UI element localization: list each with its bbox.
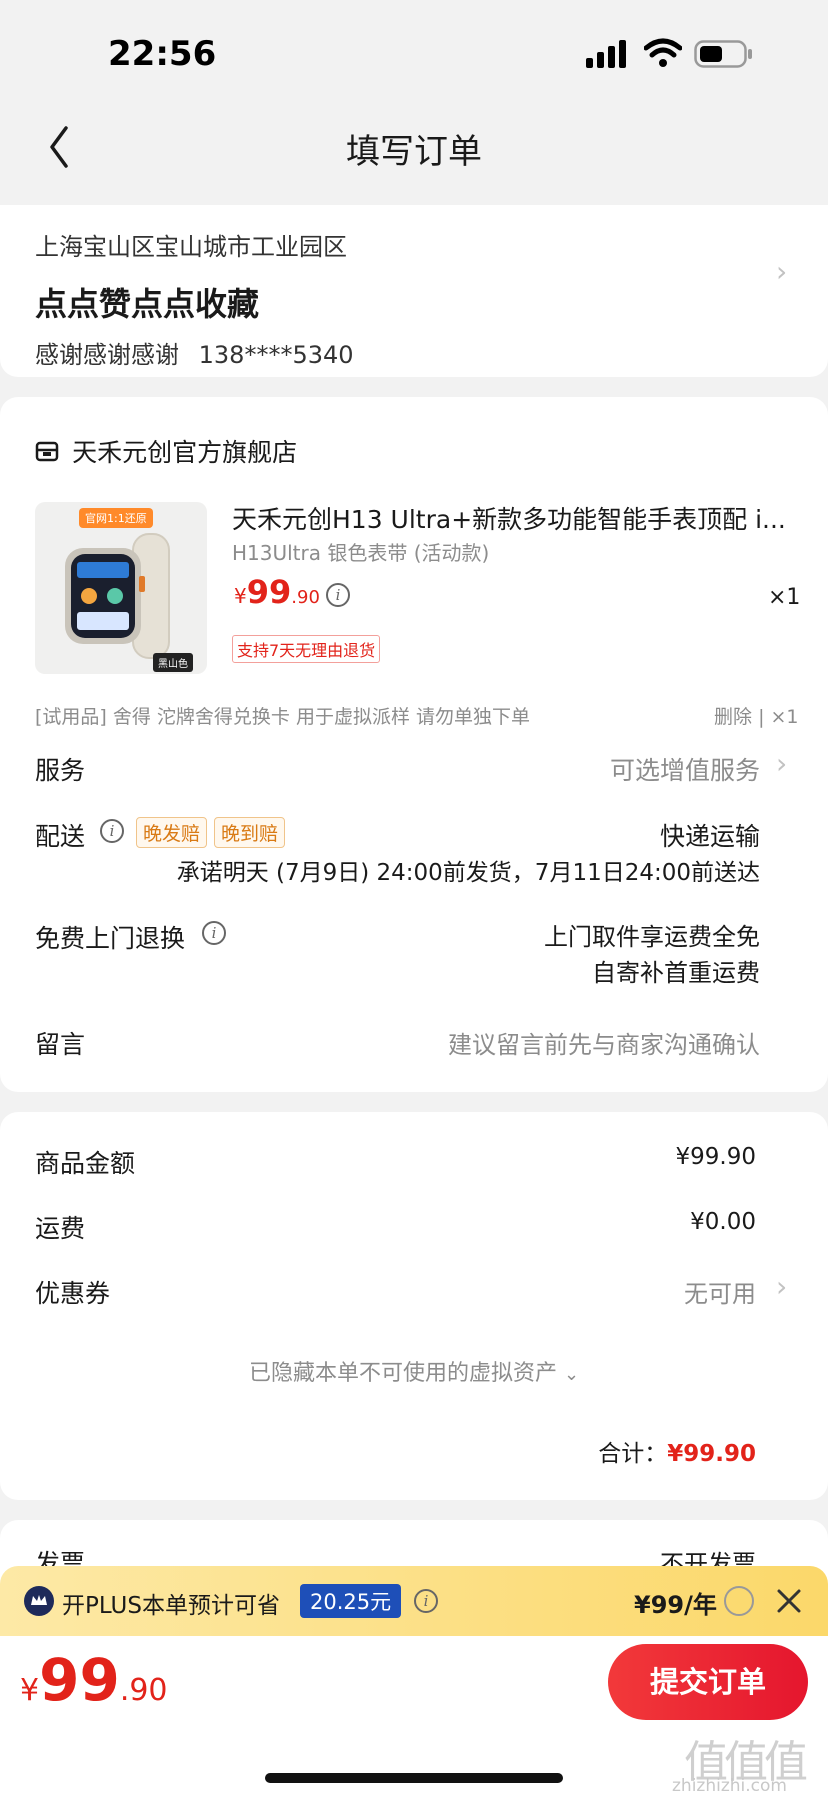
- shop-header[interactable]: 天禾元创官方旗舰店: [35, 433, 297, 467]
- summary-card: 商品金额 ¥99.90 运费 ¥0.00 优惠券 无可用 › 已隐藏本单不可使用…: [0, 1112, 828, 1500]
- battery-icon: [694, 40, 754, 68]
- return-policy-tag: 支持7天无理由退货: [232, 635, 381, 663]
- price-int: 99: [246, 573, 292, 611]
- address-detail: 点点赞点点收藏: [35, 285, 260, 323]
- shipping-label: 运费: [35, 1214, 86, 1243]
- price-info-icon[interactable]: i: [326, 583, 350, 607]
- plus-info-icon[interactable]: i: [414, 1589, 438, 1613]
- shop-name: 天禾元创官方旗舰店: [72, 438, 298, 467]
- price-dec: .90: [291, 587, 320, 608]
- total-label: 合计：: [598, 1441, 668, 1467]
- trial-delete-button[interactable]: 删除: [714, 706, 752, 728]
- delivery-info-icon[interactable]: i: [100, 819, 124, 843]
- chevron-right-icon: ›: [776, 255, 788, 288]
- product-quantity: ×1: [768, 585, 801, 610]
- product-spec[interactable]: H13Ultra 银色表带 (活动款): [232, 537, 489, 566]
- address-region: 上海宝山区宝山城市工业园区: [35, 233, 347, 261]
- plus-saving-badge: 20.25元: [300, 1584, 402, 1618]
- late-arrival-tag: 晚到赔: [214, 817, 286, 848]
- page-title: 填写订单: [346, 132, 482, 172]
- service-label: 服务: [35, 756, 86, 785]
- goods-amount-label: 商品金额: [35, 1149, 136, 1178]
- address-card[interactable]: 上海宝山区宝山城市工业园区 点点赞点点收藏 感谢感谢感谢 138****5340…: [0, 205, 828, 377]
- late-ship-tag: 晚发赔: [136, 817, 208, 848]
- status-bar: 22:56: [0, 0, 828, 100]
- order-card: 天禾元创官方旗舰店 官网1:1还原 黑山色 天禾元创H13 Ultra+新款多功…: [0, 397, 828, 1092]
- watermark-site: zhizhizhi.com: [672, 1776, 787, 1795]
- wifi-icon: [643, 38, 683, 68]
- status-time: 22:56: [108, 34, 217, 74]
- total-value: ¥99.90: [667, 1441, 756, 1467]
- service-chevron-icon: ›: [776, 747, 788, 780]
- shop-icon: [35, 440, 59, 462]
- service-option[interactable]: 可选增值服务: [610, 751, 760, 787]
- hidden-assets-text: 已隐藏本单不可使用的虚拟资产: [248, 1361, 557, 1386]
- plus-promo-bar[interactable]: 开PLUS本单预计可省 20.25元 i ¥99/年: [0, 1566, 828, 1636]
- free-return-info-icon[interactable]: i: [202, 921, 226, 945]
- footer-price-int: 99: [39, 1646, 120, 1714]
- watch-image: [65, 533, 170, 659]
- plus-price: ¥99/年: [634, 1591, 717, 1619]
- plus-crown-icon: [24, 1586, 54, 1616]
- delivery-label: 配送: [35, 822, 86, 851]
- product-price: ¥99.90: [234, 573, 320, 611]
- message-label: 留言: [35, 1030, 86, 1059]
- contact-phone: 138****5340: [198, 341, 354, 369]
- product-title[interactable]: 天禾元创H13 Ultra+新款多功能智能手表顶配 i...: [232, 500, 792, 536]
- free-return-label: 免费上门退换: [35, 924, 186, 953]
- image-badge-top: 官网1:1还原: [79, 508, 153, 528]
- submit-order-button[interactable]: 提交订单: [608, 1644, 808, 1720]
- plus-text: 开PLUS本单预计可省: [62, 1593, 280, 1619]
- coupon-chevron-icon: ›: [776, 1270, 788, 1303]
- coupon-value[interactable]: 无可用: [684, 1274, 756, 1309]
- product-image[interactable]: 官网1:1还原 黑山色: [35, 502, 207, 674]
- footer-price-symbol: ¥: [20, 1673, 40, 1708]
- price-symbol: ¥: [234, 584, 247, 608]
- trial-separator: |: [758, 706, 765, 728]
- trial-actions: 删除 | ×1: [714, 702, 799, 729]
- nav-header: 填写订单: [0, 100, 828, 200]
- close-icon[interactable]: [774, 1586, 804, 1616]
- address-contact: 感谢感谢感谢 138****5340: [35, 335, 354, 370]
- message-input[interactable]: 建议留言前先与商家沟通确认: [448, 1025, 760, 1060]
- delivery-promise: 承诺明天 (7月9日) 24:00前发货，7月11日24:00前送达: [176, 860, 760, 886]
- goods-amount-value: ¥99.90: [675, 1144, 756, 1170]
- image-badge-bottom: 黑山色: [153, 653, 193, 672]
- trial-item: [试用品] 舍得 沱牌舍得兑换卡 用于虚拟派样 请勿单独下单: [35, 706, 530, 728]
- contact-name: 感谢感谢感谢: [35, 341, 179, 369]
- plus-checkbox[interactable]: [724, 1586, 754, 1616]
- signal-icon: [586, 40, 630, 68]
- delivery-method[interactable]: 快递运输: [660, 817, 760, 853]
- shipping-value: ¥0.00: [690, 1209, 756, 1235]
- coupon-label: 优惠券: [35, 1279, 111, 1308]
- footer-price-dec: .90: [119, 1673, 168, 1708]
- hidden-assets-toggle[interactable]: 已隐藏本单不可使用的虚拟资产 ⌄: [0, 1355, 828, 1387]
- footer-price: ¥99.90: [20, 1646, 168, 1714]
- free-return-line2: 自寄补首重运费: [592, 959, 760, 987]
- trial-qty: ×1: [770, 706, 799, 728]
- free-return-line1: 上门取件享运费全免: [544, 923, 760, 951]
- chevron-down-icon: ⌄: [563, 1364, 580, 1385]
- home-indicator: [265, 1773, 563, 1783]
- bottom-bar: ¥99.90 提交订单 值值值 zhizhizhi.com: [0, 1636, 828, 1795]
- total-row: 合计：¥99.90: [598, 1434, 756, 1468]
